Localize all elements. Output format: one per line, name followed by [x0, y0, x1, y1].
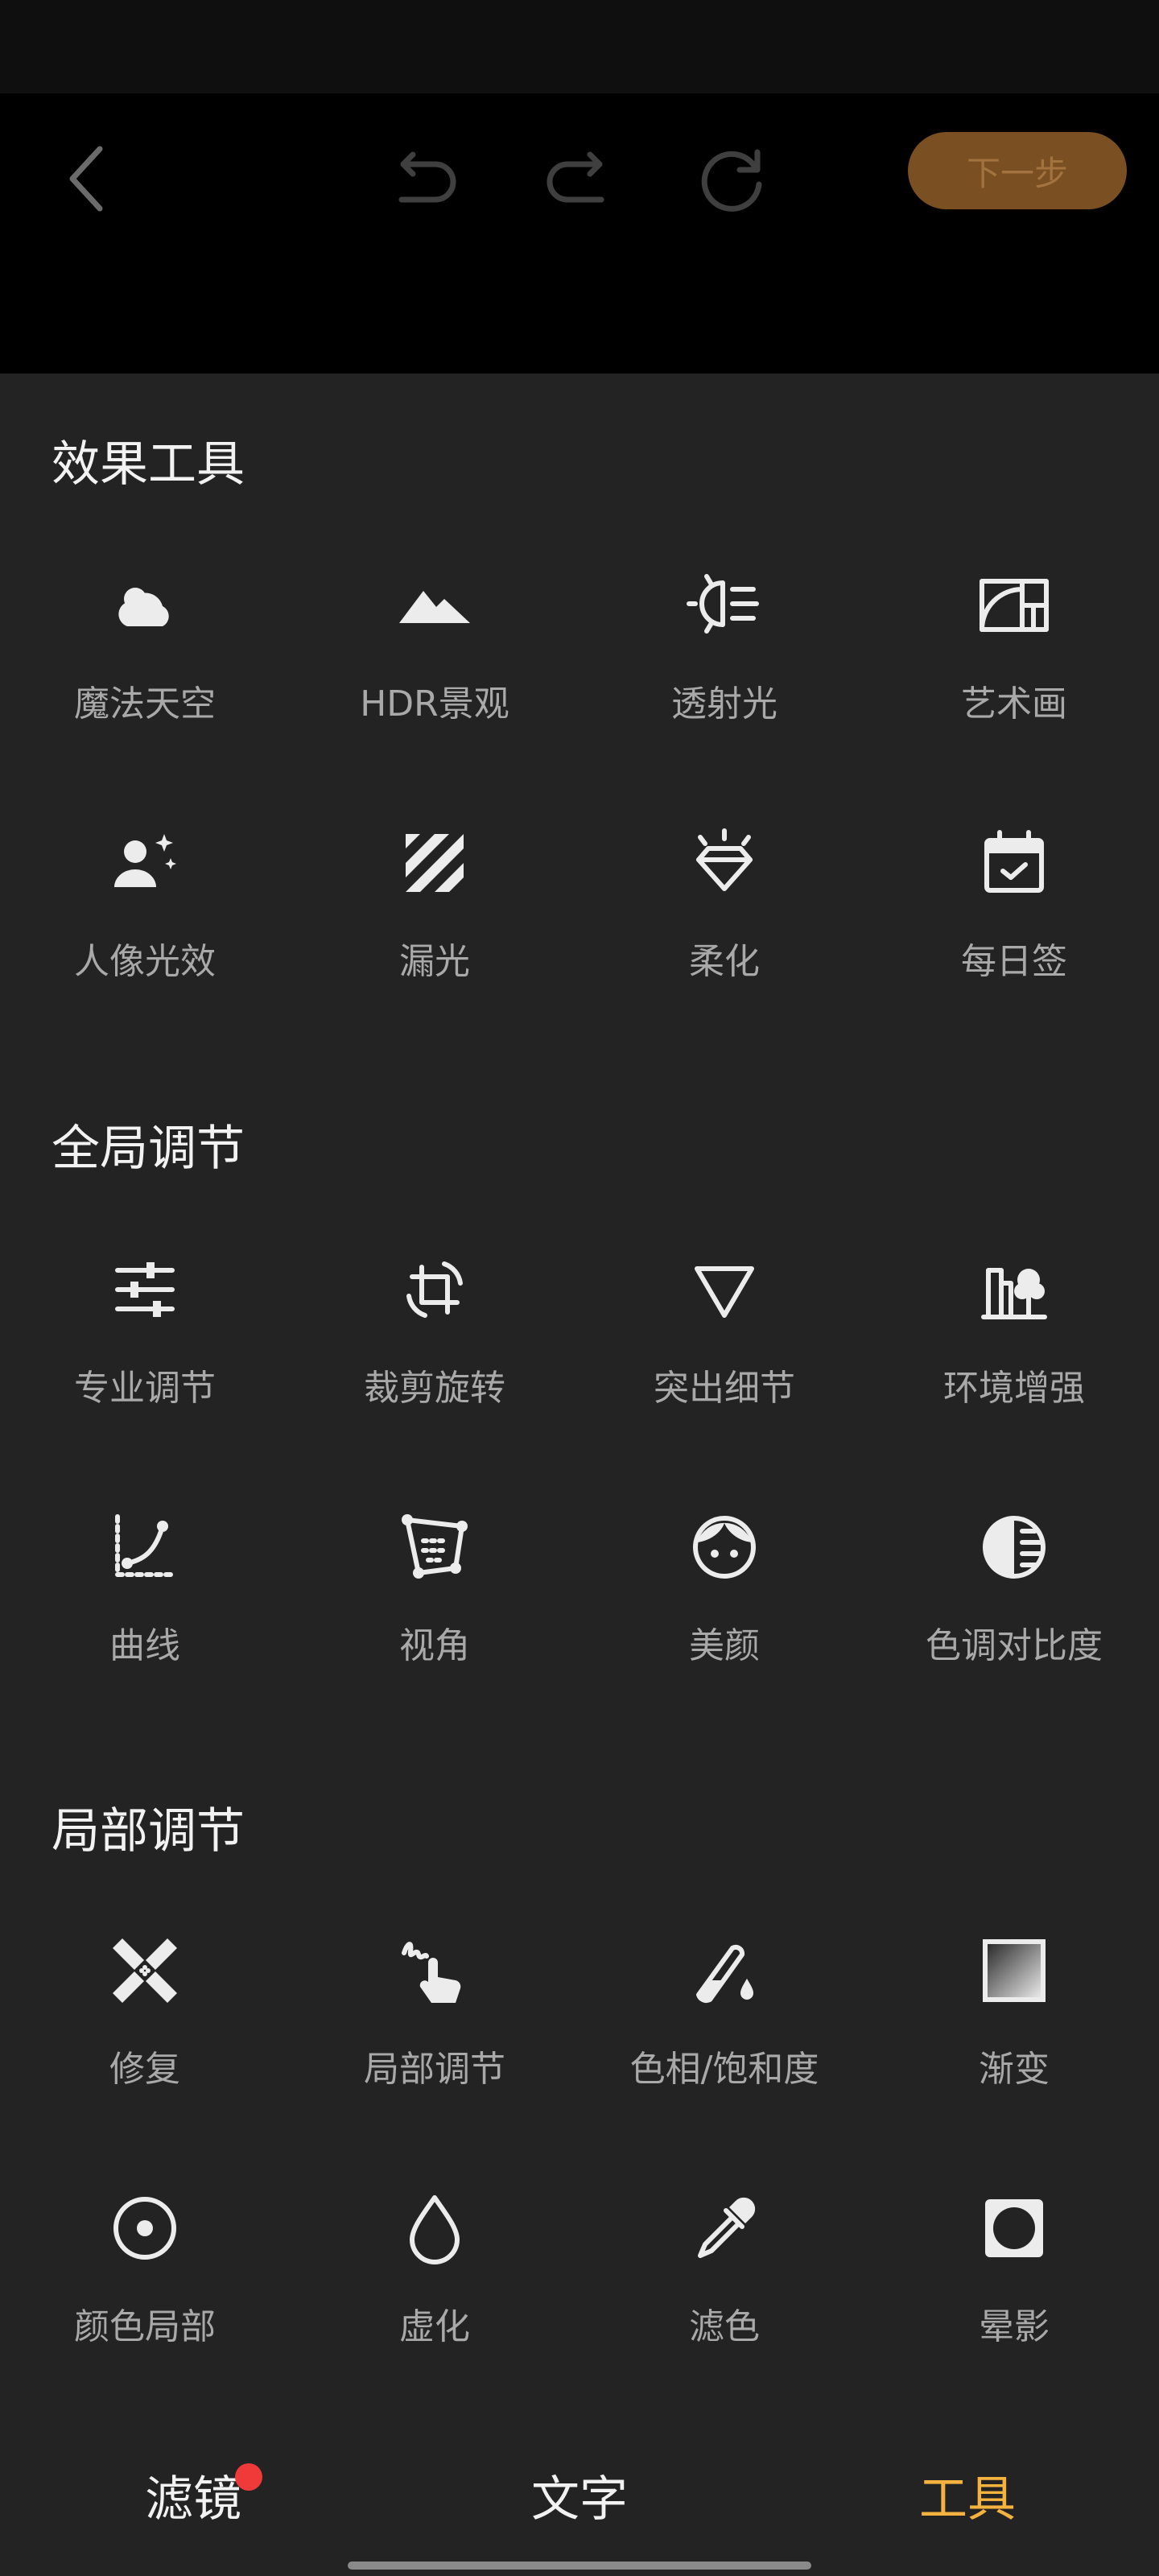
sliders-icon	[106, 1251, 184, 1328]
face-icon	[686, 1509, 763, 1586]
tool-art-painting[interactable]: 艺术画	[869, 535, 1159, 792]
tool-label: 柔化	[689, 941, 760, 982]
tab-text[interactable]: 文字	[531, 2460, 628, 2530]
section-title-local: 局部调节	[52, 1803, 245, 1860]
next-step-button[interactable]: 下一步	[908, 132, 1127, 209]
tool-hue-saturation[interactable]: 色相/饱和度	[580, 1900, 869, 2157]
tools-panel: 效果工具 魔法天空 HDR景观 透射光 艺术画 人像光效 漏光 柔化 每日签 全…	[0, 374, 1159, 2576]
section-title-global: 全局调节	[52, 1121, 245, 1177]
diamond-icon	[686, 824, 763, 902]
bottom-nav: 滤镜 文字 工具	[0, 2415, 1159, 2576]
eyedropper-icon	[686, 2190, 763, 2267]
tool-label: 艺术画	[961, 683, 1067, 724]
tool-vignette[interactable]: 晕影	[869, 2157, 1159, 2415]
tool-detail[interactable]: 突出细节	[580, 1219, 869, 1476]
tool-pro-adjust[interactable]: 专业调节	[0, 1219, 290, 1476]
tool-label: 色调对比度	[926, 1625, 1103, 1666]
tool-label: 修复	[109, 2049, 180, 2090]
contrast-icon	[975, 1509, 1053, 1586]
tool-tone-contrast[interactable]: 色调对比度	[869, 1476, 1159, 1734]
tool-magic-sky[interactable]: 魔法天空	[0, 535, 290, 792]
tool-label: 透射光	[671, 683, 777, 724]
back-button[interactable]	[53, 132, 118, 225]
tool-perspective[interactable]: 视角	[290, 1476, 580, 1734]
crop-rotate-icon	[396, 1251, 473, 1328]
tool-label: 虚化	[399, 2306, 470, 2347]
tool-blur[interactable]: 虚化	[290, 2157, 580, 2415]
buildings-tree-icon	[975, 1251, 1053, 1328]
tab-tools[interactable]: 工具	[919, 2460, 1016, 2530]
tool-label: 晕影	[979, 2306, 1050, 2347]
tool-label: 滤色	[689, 2306, 760, 2347]
tool-label: 色相/饱和度	[629, 2049, 819, 2090]
tool-repair[interactable]: 修复	[0, 1900, 290, 2157]
tool-label: 漏光	[399, 941, 470, 982]
tool-label: HDR景观	[360, 683, 509, 724]
tool-label: 每日签	[961, 941, 1067, 982]
tool-label: 环境增强	[943, 1368, 1085, 1409]
triangle-down-icon	[686, 1251, 763, 1328]
person-sparkle-icon	[106, 824, 184, 902]
tool-label: 裁剪旋转	[364, 1368, 505, 1409]
tool-light-leak[interactable]: 漏光	[290, 792, 580, 1050]
tool-color-local[interactable]: 颜色局部	[0, 2157, 290, 2415]
reset-icon	[701, 149, 762, 212]
tool-label: 人像光效	[74, 941, 216, 982]
water-drop-icon	[396, 2190, 473, 2267]
bandage-icon	[106, 1932, 184, 2009]
perspective-icon	[396, 1509, 473, 1586]
tool-label: 魔法天空	[74, 683, 216, 724]
tool-label: 局部调节	[364, 2049, 505, 2090]
home-indicator[interactable]	[348, 2562, 811, 2570]
target-dot-icon	[106, 2190, 184, 2267]
mountain-icon	[396, 567, 473, 644]
diagonal-stripes-icon	[396, 824, 473, 902]
section-title-effects: 效果工具	[52, 436, 245, 493]
tool-curves[interactable]: 曲线	[0, 1476, 290, 1734]
tool-gradient[interactable]: 渐变	[869, 1900, 1159, 2157]
tab-filter[interactable]: 滤镜	[145, 2460, 241, 2530]
tool-label: 专业调节	[74, 1368, 216, 1409]
tool-color-filter[interactable]: 滤色	[580, 2157, 869, 2415]
tool-soften[interactable]: 柔化	[580, 792, 869, 1050]
tool-label: 渐变	[979, 2049, 1050, 2090]
tool-label: 颜色局部	[74, 2306, 216, 2347]
curve-icon	[106, 1509, 184, 1586]
back-arrow-icon	[69, 146, 103, 212]
tool-label: 视角	[399, 1625, 470, 1666]
paint-bucket-icon	[686, 1932, 763, 2009]
top-toolbar: 下一步	[0, 93, 1159, 374]
undo-icon	[398, 151, 456, 203]
calendar-check-icon	[975, 824, 1053, 902]
tool-hdr[interactable]: HDR景观	[290, 535, 580, 792]
tool-ambience[interactable]: 环境增强	[869, 1219, 1159, 1476]
tool-local-adjust[interactable]: 局部调节	[290, 1900, 580, 2157]
tool-label: 曲线	[109, 1625, 180, 1666]
redo-icon	[547, 151, 604, 203]
gradient-square-icon	[975, 1932, 1053, 2009]
finger-touch-icon	[396, 1932, 473, 2009]
tool-beauty[interactable]: 美颜	[580, 1476, 869, 1734]
golden-ratio-icon	[975, 567, 1053, 644]
tool-label: 突出细节	[654, 1368, 795, 1409]
status-bar	[0, 0, 1159, 93]
undo-button[interactable]	[385, 142, 465, 219]
reset-button[interactable]	[692, 138, 773, 222]
cloud-sun-icon	[106, 567, 184, 644]
tool-light-rays[interactable]: 透射光	[580, 535, 869, 792]
notification-badge	[235, 2463, 262, 2491]
tool-crop-rotate[interactable]: 裁剪旋转	[290, 1219, 580, 1476]
tool-label: 美颜	[689, 1625, 760, 1666]
redo-button[interactable]	[538, 142, 618, 219]
light-rays-icon	[686, 567, 763, 644]
tool-daily-sign[interactable]: 每日签	[869, 792, 1159, 1050]
tool-portrait-light[interactable]: 人像光效	[0, 792, 290, 1050]
vignette-icon	[975, 2190, 1053, 2267]
